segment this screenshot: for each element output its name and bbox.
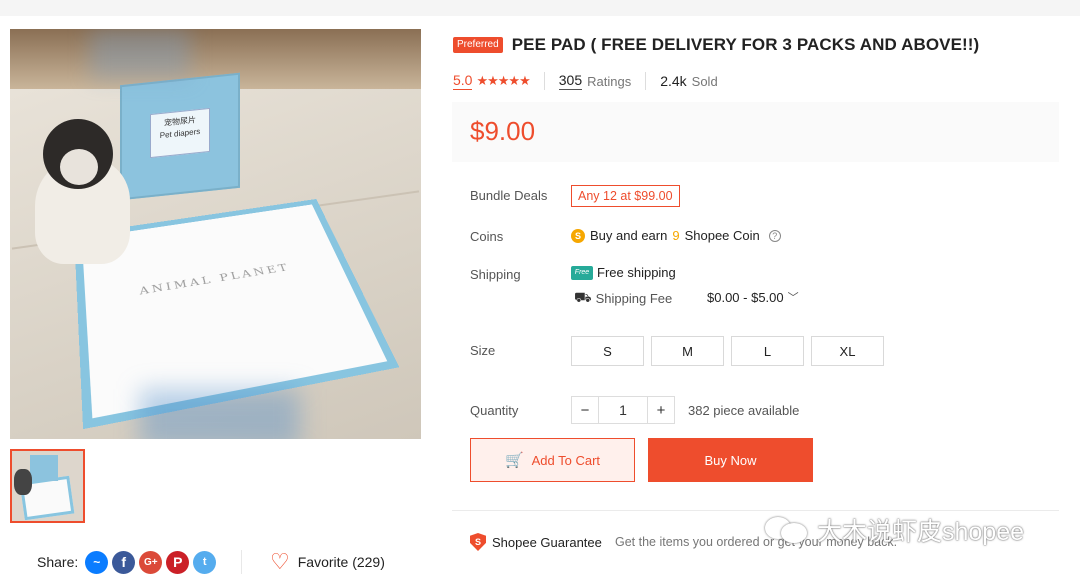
image-box-label: 宠物尿片 Pet diapers — [150, 107, 210, 159]
ratings-number: 305 — [558, 72, 583, 90]
share-label: Share: — [37, 554, 79, 570]
shipping-label: Shipping — [470, 267, 521, 282]
product-main-image[interactable]: ANIMAL PLANET 宠物尿片 Pet diapers — [10, 29, 421, 439]
favorite-label: Favorite (229) — [297, 554, 385, 570]
product-thumbnail[interactable] — [10, 449, 85, 523]
size-option-s[interactable]: S — [571, 336, 644, 366]
product-stats: 5.0 ★★★★★ 305 Ratings 2.4k Sold — [453, 70, 718, 92]
ratings-count[interactable]: 305 Ratings — [545, 72, 647, 90]
divider — [241, 550, 242, 574]
truck-icon: ⛟ — [574, 289, 592, 305]
watermark: 大木说虾皮shopee — [765, 512, 1024, 548]
star-icons: ★★★★★ — [476, 73, 530, 88]
size-option-m[interactable]: M — [651, 336, 724, 366]
rating-summary[interactable]: 5.0 ★★★★★ — [453, 72, 545, 90]
buy-now-button[interactable]: Buy Now — [648, 438, 813, 482]
coins-prefix: Buy and earn — [590, 228, 668, 243]
quantity-stepper: − 1 + — [571, 396, 675, 424]
sold-number: 2.4k — [660, 73, 687, 89]
guarantee-title: Shopee Guarantee — [492, 534, 602, 550]
coins-info: S Buy and earn 9 Shopee Coin ? — [571, 228, 781, 243]
divider — [452, 510, 1059, 511]
size-option-xl[interactable]: XL — [811, 336, 884, 366]
bundle-deal-tag[interactable]: Any 12 at $99.00 — [571, 185, 680, 207]
rating-value: 5.0 — [453, 72, 473, 90]
bundle-deals-label: Bundle Deals — [470, 188, 548, 203]
cart-icon: 🛒 — [504, 452, 524, 469]
image-dog — [25, 119, 135, 269]
share-bar: Share: ~ f G+ P t — [37, 550, 217, 574]
shipping-fee-row: ⛟ Shipping Fee — [574, 289, 672, 308]
image-blur — [140, 389, 300, 439]
shopee-coin-icon: S — [571, 228, 585, 243]
twitter-icon[interactable]: t — [193, 550, 217, 574]
heart-icon: ♡ — [270, 549, 290, 574]
quantity-decrease-button[interactable]: − — [572, 397, 598, 423]
sold-label: Sold — [691, 73, 718, 89]
image-product-box: 宠物尿片 Pet diapers — [120, 72, 240, 201]
coins-label: Coins — [470, 229, 504, 244]
preferred-badge: Preferred — [453, 37, 503, 53]
favorite-button[interactable]: ♡ Favorite (229) — [270, 550, 385, 574]
free-shipping-row: Free Free shipping — [571, 265, 676, 280]
messenger-icon[interactable]: ~ — [85, 550, 109, 574]
facebook-icon[interactable]: f — [112, 550, 136, 574]
price-box: $9.00 — [452, 102, 1059, 162]
stock-available: 382 piece available — [688, 403, 800, 418]
image-blur — [90, 29, 190, 79]
top-bar — [0, 0, 1080, 16]
coins-amount: 9 — [672, 228, 680, 243]
help-icon[interactable]: ? — [768, 229, 781, 242]
shopee-guarantee[interactable]: S Shopee Guarantee — [470, 533, 602, 551]
sold-count: 2.4k Sold — [646, 73, 718, 89]
shipping-fee-dropdown[interactable]: $0.00 - $5.00 ﹀ — [707, 289, 799, 305]
add-to-cart-button[interactable]: 🛒 Add To Cart — [470, 438, 635, 482]
pinterest-icon[interactable]: P — [166, 550, 190, 574]
product-price: $9.00 — [470, 116, 536, 146]
google-plus-icon[interactable]: G+ — [139, 550, 163, 574]
size-option-l[interactable]: L — [731, 336, 804, 366]
product-title-row: Preferred PEE PAD ( FREE DELIVERY FOR 3 … — [453, 35, 979, 55]
watermark-text: 大木说虾皮shopee — [817, 518, 1025, 546]
coins-suffix: Shopee Coin — [684, 228, 760, 243]
product-title: PEE PAD ( FREE DELIVERY FOR 3 PACKS AND … — [511, 35, 980, 54]
shield-icon: S — [470, 533, 486, 551]
chevron-down-icon: ﹀ — [787, 292, 799, 304]
quantity-input[interactable]: 1 — [598, 397, 648, 423]
quantity-increase-button[interactable]: + — [648, 397, 674, 423]
ratings-label: Ratings — [587, 73, 632, 89]
free-shipping-icon: Free — [571, 265, 593, 280]
shipping-fee-range: $0.00 - $5.00 — [707, 289, 784, 305]
size-label: Size — [470, 343, 496, 358]
add-to-cart-label: Add To Cart — [531, 452, 601, 468]
quantity-label: Quantity — [470, 403, 519, 418]
shipping-fee-label: Shipping Fee — [595, 291, 673, 306]
free-shipping-text: Free shipping — [597, 265, 676, 280]
wechat-icon — [765, 515, 809, 545]
